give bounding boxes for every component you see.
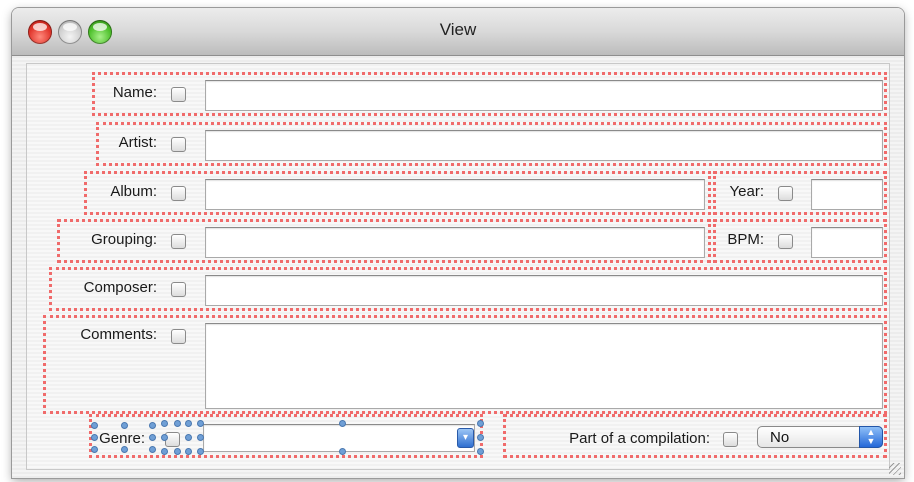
comments-checkbox[interactable]: [171, 329, 186, 344]
selection-handle[interactable]: [477, 434, 484, 441]
artist-label: Artist:: [118, 134, 157, 151]
album-field[interactable]: [205, 179, 705, 210]
selection-handle[interactable]: [121, 422, 128, 429]
name-field[interactable]: [205, 80, 883, 111]
artist-checkbox[interactable]: [171, 137, 186, 152]
selection-handle[interactable]: [185, 434, 192, 441]
grouping-field[interactable]: [205, 227, 705, 258]
view-window: View Name: Artist: Album: Year: Grouping…: [12, 8, 904, 478]
compilation-checkbox[interactable]: [723, 432, 738, 447]
selection-handle[interactable]: [197, 434, 204, 441]
selection-handle[interactable]: [185, 420, 192, 427]
album-checkbox[interactable]: [171, 186, 186, 201]
year-label: Year:: [729, 183, 764, 200]
name-checkbox[interactable]: [171, 87, 186, 102]
selection-handle[interactable]: [197, 448, 204, 455]
resize-grip-icon[interactable]: [889, 463, 901, 475]
bpm-checkbox[interactable]: [778, 234, 793, 249]
window-title: View: [439, 20, 477, 39]
compilation-popup-value: No: [770, 429, 790, 446]
compilation-popup[interactable]: No ▲ ▼: [757, 426, 883, 448]
grouping-checkbox[interactable]: [171, 234, 186, 249]
selection-handle[interactable]: [197, 420, 204, 427]
genre-combo-field[interactable]: [203, 424, 475, 452]
selection-handle[interactable]: [174, 448, 181, 455]
year-field[interactable]: [811, 179, 883, 210]
artist-field[interactable]: [205, 130, 883, 161]
selection-handle[interactable]: [161, 434, 168, 441]
popup-arrows-icon: ▲ ▼: [859, 426, 883, 448]
selection-handle[interactable]: [161, 448, 168, 455]
selection-handle[interactable]: [149, 446, 156, 453]
grouping-label: Grouping:: [91, 231, 157, 248]
form-panel: Name: Artist: Album: Year: Grouping: BPM…: [26, 63, 890, 470]
selection-handle[interactable]: [477, 448, 484, 455]
selection-handle[interactable]: [91, 422, 98, 429]
year-checkbox[interactable]: [778, 186, 793, 201]
selection-handle[interactable]: [149, 422, 156, 429]
composer-field[interactable]: [205, 275, 883, 306]
comments-label: Comments:: [80, 326, 157, 343]
selection-handle[interactable]: [339, 420, 346, 427]
selection-handle[interactable]: [149, 434, 156, 441]
selection-handle[interactable]: [91, 434, 98, 441]
selection-handle[interactable]: [185, 448, 192, 455]
bpm-field[interactable]: [811, 227, 883, 258]
selection-handle[interactable]: [91, 446, 98, 453]
combo-arrow-icon[interactable]: ▾: [457, 428, 474, 448]
album-label: Album:: [110, 183, 157, 200]
selection-handle[interactable]: [161, 420, 168, 427]
selection-handle[interactable]: [174, 420, 181, 427]
compilation-label: Part of a compilation:: [569, 430, 710, 447]
composer-label: Composer:: [83, 279, 157, 296]
title-bar[interactable]: View: [12, 8, 904, 56]
selection-handle[interactable]: [339, 448, 346, 455]
comments-field[interactable]: [205, 323, 883, 409]
selection-handle[interactable]: [477, 420, 484, 427]
bpm-label: BPM:: [727, 231, 764, 248]
selection-handle[interactable]: [121, 446, 128, 453]
composer-checkbox[interactable]: [171, 282, 186, 297]
name-label: Name:: [112, 84, 157, 101]
